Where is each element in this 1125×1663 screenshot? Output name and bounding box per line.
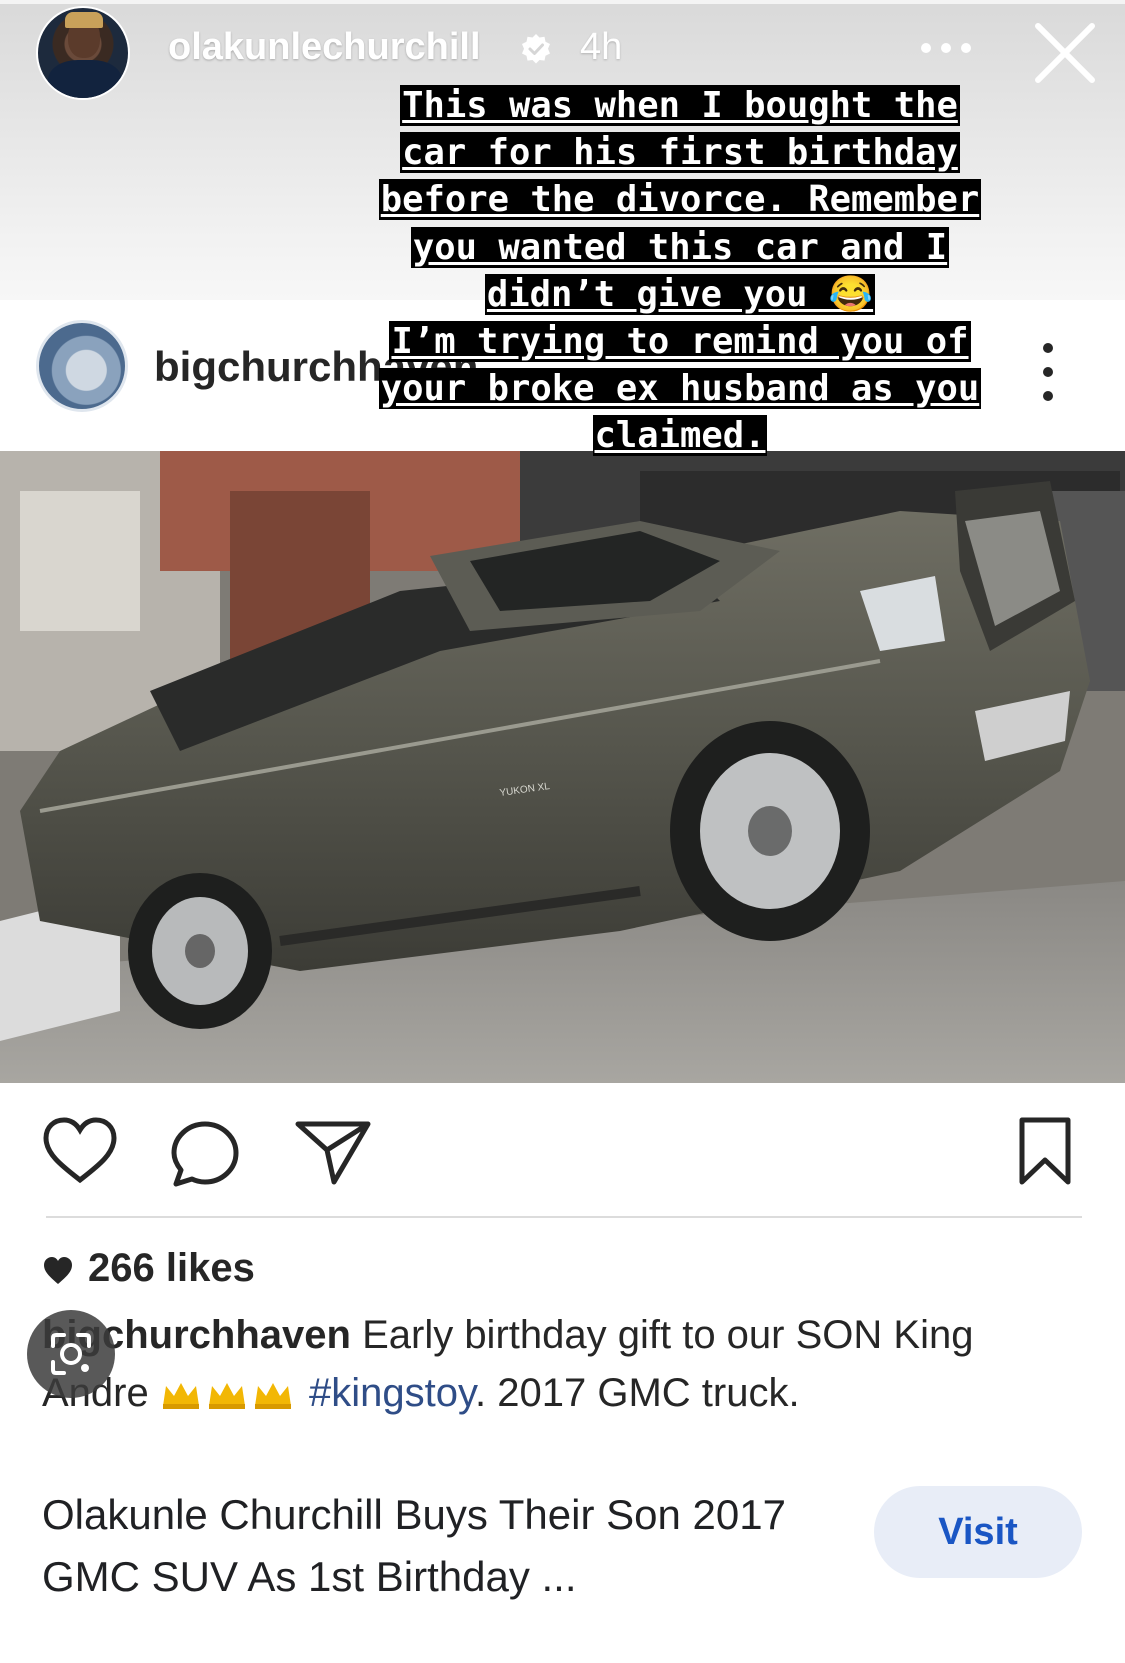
visit-button[interactable]: Visit [874, 1486, 1082, 1578]
share-direct-icon[interactable] [294, 1118, 372, 1186]
like-heart-icon[interactable] [42, 1116, 118, 1186]
post-avatar[interactable] [36, 320, 128, 412]
overlay-line: claimed. [592, 415, 768, 457]
overlay-line: car for his first birthday [400, 132, 960, 174]
post-photo: YUKON XL [0, 451, 1125, 1083]
overlay-line: I’m trying to remind you of [389, 321, 971, 363]
story-username[interactable]: olakunlechurchill [168, 26, 481, 69]
post-options-icon[interactable] [1038, 340, 1058, 404]
crown-emoji-icon [162, 1383, 199, 1409]
overlay-line: didn’t give you 😂 [484, 273, 876, 315]
overlay-line: This was when I bought the [400, 85, 960, 126]
story-timestamp: 4h [580, 26, 623, 68]
caption-text-end: . 2017 GMC truck. [475, 1371, 800, 1415]
overlay-line: your broke ex husband as you [378, 368, 982, 410]
overlay-line: you wanted this car and I [410, 226, 950, 268]
action-divider [46, 1216, 1082, 1218]
suv-photo-illustration: YUKON XL [0, 451, 1125, 1083]
caption-hashtag[interactable]: #kingstoy [309, 1371, 475, 1415]
story-progress-bar [0, 0, 1125, 4]
verified-badge-icon [522, 34, 550, 64]
lens-search-icon[interactable] [27, 1310, 115, 1398]
crown-emoji-icon [254, 1383, 291, 1409]
comment-icon[interactable] [170, 1120, 240, 1188]
overlay-line: before the divorce. Remember [378, 179, 982, 221]
story-avatar[interactable] [36, 6, 130, 100]
bookmark-icon[interactable] [1018, 1116, 1072, 1186]
crown-emoji-icon [208, 1383, 245, 1409]
more-options-icon[interactable] [918, 36, 974, 60]
likes-count[interactable]: 266 likes [88, 1246, 255, 1291]
close-icon[interactable] [1030, 18, 1100, 88]
link-preview-title[interactable]: Olakunle Churchill Buys Their Son 2017 G… [42, 1484, 822, 1608]
likes-heart-icon [44, 1257, 72, 1284]
post-caption: bigchurchhaven Early birthday gift to ou… [42, 1306, 1062, 1422]
story-text-overlay: This was when I bought the car for his f… [320, 82, 1040, 460]
